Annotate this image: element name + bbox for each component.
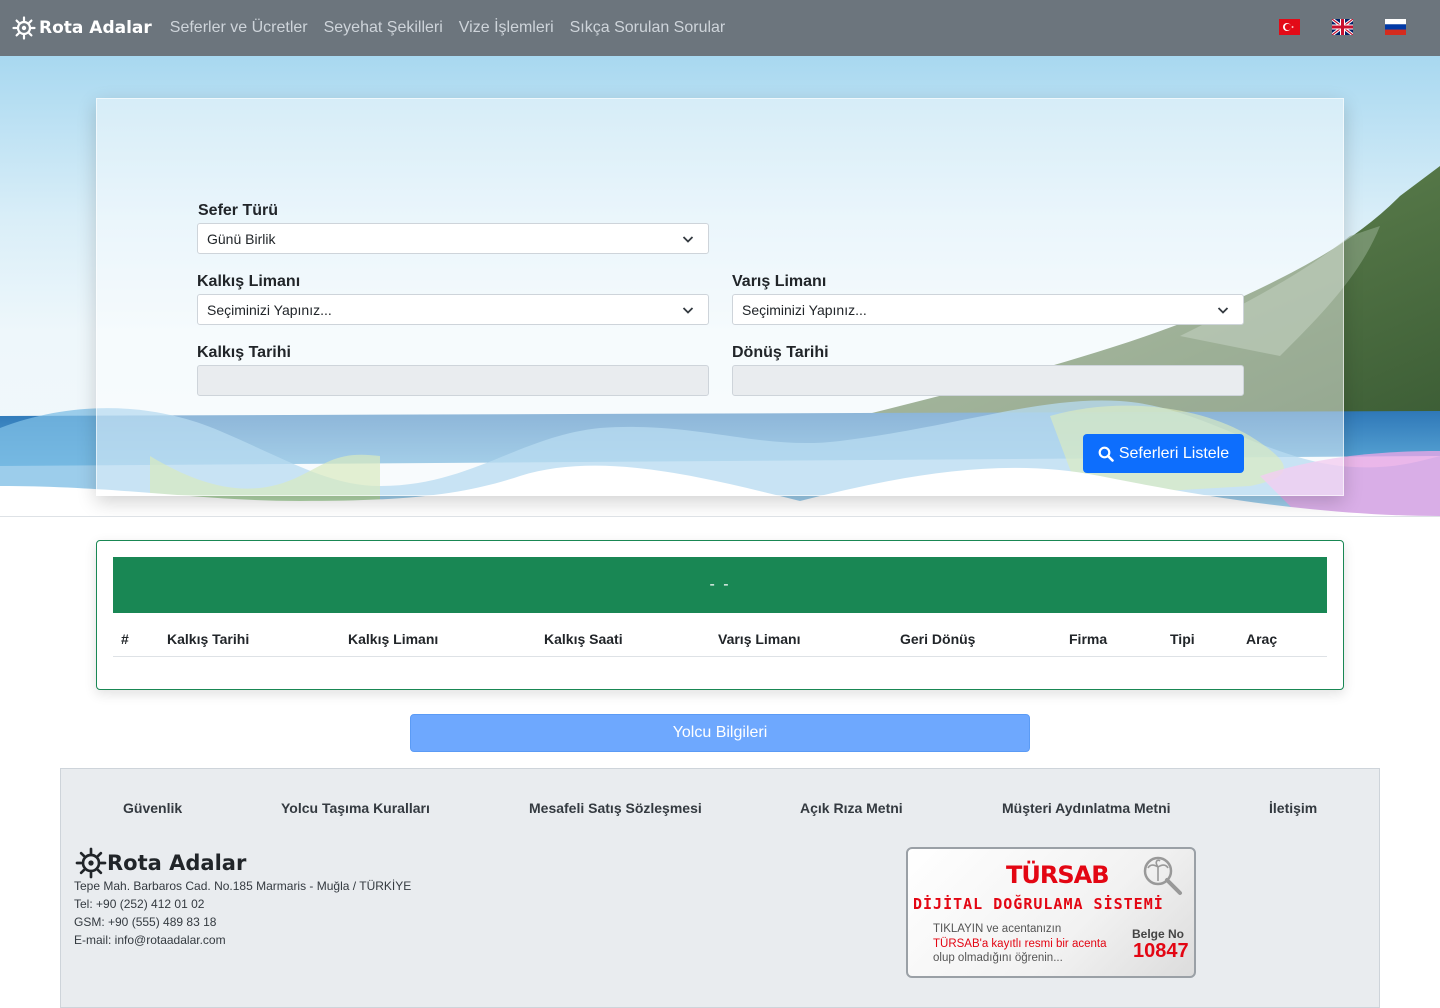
departure-date-label: Kalkış Tarihi [197, 344, 291, 361]
footer-brand-name: Rota Adalar [107, 851, 247, 875]
column-header-vehicle: Araç [1246, 631, 1278, 647]
nav-link-visa[interactable]: Vize İşlemleri [459, 19, 554, 37]
footer-link-contact[interactable]: İletişim [1269, 800, 1317, 816]
column-header-departure-date: Kalkış Tarihi [167, 631, 250, 647]
search-icon [1098, 446, 1114, 462]
column-header-index: # [121, 631, 129, 647]
results-header: - - [113, 557, 1327, 613]
russian-flag-icon[interactable] [1385, 19, 1406, 35]
chevron-down-icon [682, 307, 694, 314]
passenger-info-button[interactable]: Yolcu Bilgileri [410, 714, 1030, 752]
column-header-departure-time: Kalkış Saati [544, 631, 623, 647]
footer-address: Tepe Mah. Barbaros Cad. No.185 Marmaris … [74, 879, 412, 893]
top-navbar: Rota Adalar Seferler ve Ücretler Seyehat… [0, 0, 1440, 56]
tursab-text-line1: TIKLAYIN ve acentanızın [933, 923, 1062, 935]
footer-gsm: GSM: +90 (555) 489 83 18 [74, 915, 217, 929]
uk-flag-icon[interactable] [1332, 19, 1353, 35]
tursab-document-number: 10847 [1133, 940, 1189, 962]
brand-logo[interactable]: Rota Adalar [12, 16, 152, 40]
column-header-return: Geri Dönüş [900, 631, 976, 647]
footer-link-distance-sales[interactable]: Mesafeli Satış Sözleşmesi [529, 800, 702, 816]
footer-link-consent[interactable]: Açık Rıza Metni [800, 800, 903, 816]
trip-type-select[interactable]: Günü Birlik [197, 223, 709, 254]
footer-brand-logo: Rota Adalar [75, 847, 246, 879]
hero-section: Sefer Türü Günü Birlik Kalkış Limanı Seç… [0, 56, 1440, 516]
footer-email[interactable]: E-mail: info@rotaadalar.com [74, 933, 226, 947]
return-date-label: Dönüş Tarihi [732, 344, 829, 361]
tursab-subtitle: DİJİTAL DOĞRULAMA SİSTEMİ [913, 895, 1164, 913]
arrival-port-select[interactable]: Seçiminizi Yapınız... [732, 294, 1244, 325]
list-trips-label: Seferleri Listele [1118, 444, 1230, 462]
chevron-down-icon [682, 236, 694, 243]
footer-link-transport-rules[interactable]: Yolcu Taşıma Kuralları [281, 800, 430, 816]
results-panel: - - # Kalkış Tarihi Kalkış Limanı Kalkış… [96, 540, 1344, 690]
main-nav: Seferler ve Ücretler Seyehat Şekilleri V… [170, 19, 741, 37]
nav-link-trips-prices[interactable]: Seferler ve Ücretler [170, 19, 308, 37]
magnifier-palm-icon [1143, 856, 1182, 895]
sun-compass-icon [75, 847, 107, 879]
nav-link-faq[interactable]: Sıkça Sorulan Sorular [570, 19, 726, 37]
brand-name: Rota Adalar [39, 18, 152, 38]
turkish-flag-icon[interactable] [1279, 19, 1300, 35]
column-header-company: Firma [1069, 631, 1108, 647]
arrival-port-label: Varış Limanı [732, 273, 827, 290]
language-switcher [1279, 19, 1406, 35]
column-header-arrival-port: Varış Limanı [718, 631, 801, 647]
tursab-text-line3: olup olmadığını öğrenin... [933, 952, 1063, 964]
departure-port-select[interactable]: Seçiminizi Yapınız... [197, 294, 709, 325]
sun-compass-icon [12, 16, 36, 40]
search-form-card: Sefer Türü Günü Birlik Kalkış Limanı Seç… [96, 98, 1344, 496]
section-divider [0, 516, 1440, 517]
tursab-document-label: Belge No [1132, 927, 1185, 941]
list-trips-button[interactable]: Seferleri Listele [1083, 434, 1244, 473]
column-header-type: Tipi [1170, 631, 1195, 647]
footer-link-security[interactable]: Güvenlik [123, 800, 182, 816]
tursab-logo: TÜRSAB [1006, 861, 1109, 889]
departure-date-input[interactable] [197, 365, 709, 396]
arrival-port-value: Seçiminizi Yapınız... [742, 302, 867, 318]
column-header-departure-port: Kalkış Limanı [348, 631, 439, 647]
footer-link-privacy[interactable]: Müşteri Aydınlatma Metni [1002, 800, 1171, 816]
table-header-divider [113, 656, 1327, 657]
nav-link-travel-types[interactable]: Seyehat Şekilleri [324, 19, 443, 37]
trip-type-value: Günü Birlik [207, 231, 276, 247]
departure-port-value: Seçiminizi Yapınız... [207, 302, 332, 318]
site-footer: Güvenlik Yolcu Taşıma Kuralları Mesafeli… [60, 768, 1380, 1008]
return-date-input[interactable] [732, 365, 1244, 396]
footer-phone: Tel: +90 (252) 412 01 02 [74, 897, 205, 911]
tursab-verification-badge[interactable]: TÜRSAB DİJİTAL DOĞRULAMA SİSTEMİ TIKLAYI… [906, 847, 1196, 978]
trip-type-label: Sefer Türü [198, 202, 279, 219]
chevron-down-icon [1217, 307, 1229, 314]
tursab-text-line2: TÜRSAB'a kayıtlı resmi bir acenta [933, 938, 1107, 950]
departure-port-label: Kalkış Limanı [197, 273, 301, 290]
